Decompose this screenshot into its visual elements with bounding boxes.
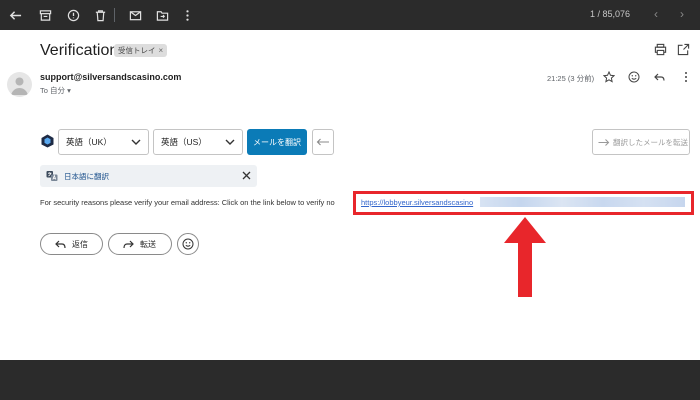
page-counter: 1 / 85,076	[590, 9, 631, 19]
top-toolbar: 1 / 85,076 ‹ ›	[0, 0, 700, 30]
more-options-icon[interactable]	[680, 71, 692, 83]
chevron-down-icon	[225, 139, 235, 145]
recipient-details[interactable]: To 自分 ▾	[40, 85, 71, 96]
forward-label: 転送	[140, 239, 156, 249]
target-language-select[interactable]: 英語（US）	[153, 129, 243, 155]
label-remove-icon[interactable]: ×	[159, 44, 164, 57]
open-in-new-window-icon[interactable]	[677, 43, 690, 56]
report-spam-icon[interactable]	[66, 8, 80, 22]
mark-unread-icon[interactable]	[128, 8, 142, 22]
chevron-right-icon[interactable]: ›	[680, 8, 684, 21]
print-icon[interactable]	[654, 43, 667, 56]
translate-email-button[interactable]: メールを翻訳	[247, 129, 307, 155]
translate-banner-text: 日本語に翻訳	[64, 172, 109, 181]
forward-button[interactable]: 転送	[108, 233, 172, 255]
reply-label: 返信	[72, 239, 88, 249]
target-language-value: 英語（US）	[161, 137, 207, 147]
source-language-value: 英語（UK）	[66, 137, 112, 147]
source-language-select[interactable]: 英語（UK）	[58, 129, 149, 155]
forward-translated-label: 翻訳したメールを転送	[613, 137, 688, 147]
reply-icon	[55, 240, 66, 248]
red-up-arrow-icon	[504, 217, 546, 297]
emoji-reaction-icon[interactable]	[628, 71, 640, 83]
arrow-left-icon	[316, 138, 329, 146]
toolbar-divider	[114, 8, 115, 22]
email-body-text: For security reasons please verify your …	[40, 198, 335, 207]
delete-icon[interactable]	[93, 8, 107, 22]
received-time: 21:25 (3 分前)	[547, 74, 595, 83]
emoji-icon	[182, 238, 194, 250]
back-arrow-icon[interactable]	[8, 8, 22, 22]
inbox-label-text: 受信トレイ	[118, 46, 156, 55]
person-icon	[11, 77, 28, 95]
archive-icon[interactable]	[38, 8, 52, 22]
more-options-icon[interactable]	[180, 8, 194, 22]
swap-languages-button[interactable]	[312, 129, 334, 155]
email-view: Verification 受信トレイ × support@silversands…	[0, 30, 700, 360]
translate-extension-icon	[41, 134, 54, 148]
avatar	[7, 72, 32, 97]
reply-button[interactable]: 返信	[40, 233, 103, 255]
email-subject: Verification	[40, 42, 119, 59]
bottom-bar	[0, 360, 700, 400]
close-icon[interactable]	[241, 170, 252, 181]
chevron-left-icon[interactable]: ‹	[654, 8, 658, 21]
chevron-down-icon	[131, 139, 141, 145]
translate-icon	[46, 171, 58, 181]
arrow-right-icon	[598, 139, 610, 146]
add-reaction-button[interactable]	[177, 233, 199, 255]
move-to-icon[interactable]	[155, 8, 169, 22]
reply-icon[interactable]	[653, 71, 665, 83]
translate-to-japanese-banner[interactable]: 日本語に翻訳	[40, 165, 257, 187]
forward-icon	[123, 240, 134, 248]
forward-translated-button[interactable]: 翻訳したメールを転送	[592, 129, 690, 155]
highlight-box	[353, 191, 694, 215]
inbox-label-chip[interactable]: 受信トレイ ×	[114, 44, 168, 57]
star-icon[interactable]	[603, 71, 615, 83]
sender-address: support@silversandscasino.com	[40, 72, 182, 82]
